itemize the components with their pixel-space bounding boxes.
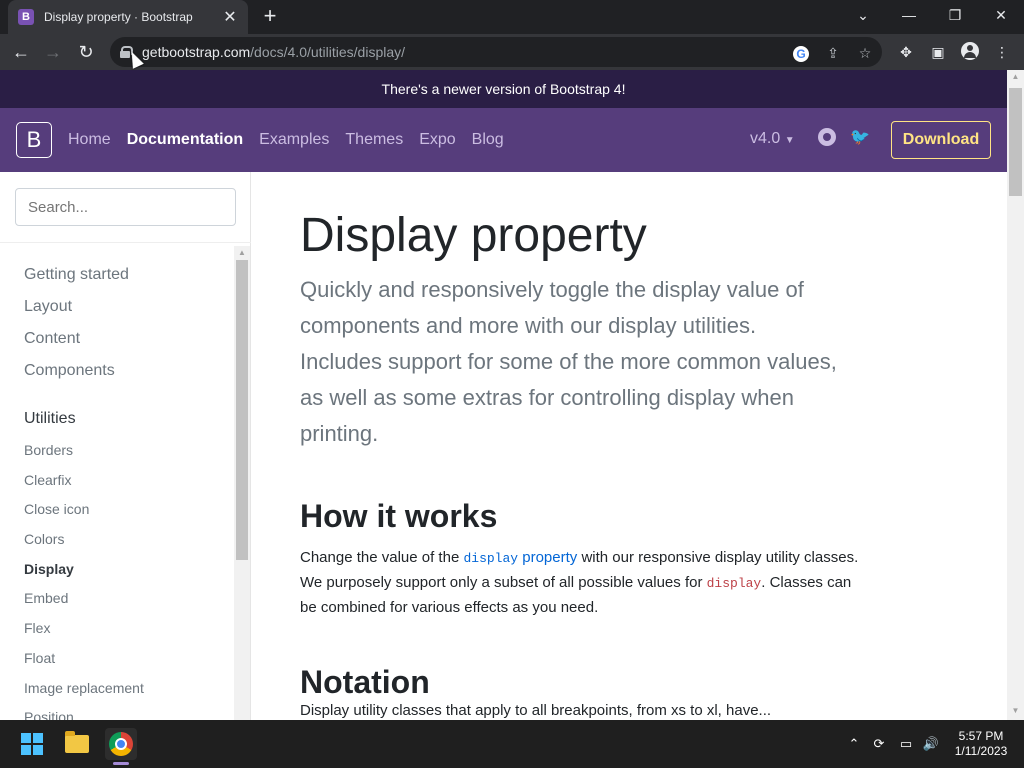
caret-down-icon: ▼ — [784, 135, 795, 146]
back-button[interactable]: ← — [9, 40, 33, 64]
windows-logo-icon — [21, 733, 43, 755]
notation-paragraph: Display utility classes that apply to al… — [300, 702, 772, 719]
extensions-puzzle-icon[interactable]: ✥ — [896, 42, 916, 62]
chrome-icon — [109, 732, 133, 756]
browser-toolbar: ← → ↻ getbootstrap.com/docs/4.0/utilitie… — [0, 34, 1024, 70]
chrome-taskbar-button[interactable] — [105, 728, 137, 760]
sidebar-links: Getting started Layout Content Component… — [24, 266, 229, 720]
page-scroll-down-icon[interactable]: ▼ — [1009, 706, 1022, 718]
forward-button[interactable]: → — [41, 40, 65, 64]
browser-tab[interactable]: B Display property · Bootstrap ✕ — [8, 0, 248, 34]
nav-documentation[interactable]: Documentation — [127, 131, 243, 149]
bootstrap-favicon-icon: B — [18, 9, 34, 25]
nav-blog[interactable]: Blog — [472, 131, 504, 149]
google-icon[interactable]: G — [792, 44, 810, 62]
system-clock[interactable]: 5:57 PM 1/11/2023 — [950, 729, 1012, 759]
sidebar-scroll-thumb[interactable] — [236, 260, 248, 560]
share-icon[interactable]: ⇪ — [824, 44, 842, 62]
address-bar[interactable]: getbootstrap.com/docs/4.0/utilities/disp… — [110, 37, 882, 67]
sidebar-subitem-display[interactable]: Display — [24, 561, 229, 591]
sidebar-item-components[interactable]: Components — [24, 362, 229, 394]
restore-button[interactable]: ❐ — [932, 0, 978, 30]
heading-notation: Notation — [300, 664, 430, 700]
clock-time: 5:57 PM — [958, 729, 1004, 743]
nav-themes[interactable]: Themes — [345, 131, 403, 149]
page-viewport: There's a newer version of Bootstrap 4! … — [0, 70, 1024, 720]
new-tab-button[interactable]: + — [258, 5, 282, 29]
github-icon[interactable] — [818, 128, 836, 146]
profile-avatar-icon[interactable] — [960, 42, 980, 62]
page-scroll-up-icon[interactable]: ▲ — [1009, 72, 1022, 84]
sidebar-subitem-position[interactable]: Position — [24, 709, 229, 720]
bootstrap-navbar: B Home Documentation Examples Themes Exp… — [0, 108, 1007, 172]
sidebar-subitem-flex[interactable]: Flex — [24, 620, 229, 650]
lead-paragraph: Quickly and responsively toggle the disp… — [300, 277, 837, 446]
sidebar-subitem-close-icon[interactable]: Close icon — [24, 501, 229, 531]
sync-status-icon[interactable]: ⟳ — [870, 735, 888, 753]
minimize-button[interactable]: — — [886, 0, 932, 30]
version-banner-text[interactable]: There's a newer version of Bootstrap 4! — [382, 81, 626, 97]
inline-code-display: display — [706, 576, 762, 591]
reload-button[interactable]: ↻ — [74, 40, 98, 64]
sidebar-scroll-up-icon[interactable]: ▲ — [236, 248, 248, 258]
active-app-indicator — [113, 762, 129, 765]
nav-examples[interactable]: Examples — [259, 131, 329, 149]
page-title: Display property — [300, 209, 647, 262]
close-window-button[interactable]: ✕ — [978, 0, 1024, 30]
start-button[interactable] — [16, 728, 48, 760]
download-button[interactable]: Download — [891, 121, 991, 159]
nav-expo[interactable]: Expo — [419, 131, 455, 149]
sidebar-divider — [0, 242, 251, 243]
tab-title: Display property · Bootstrap — [44, 10, 193, 24]
bookmark-star-icon[interactable]: ☆ — [856, 44, 874, 62]
sidebar-subitem-clearfix[interactable]: Clearfix — [24, 472, 229, 502]
side-panel-icon[interactable]: ▣ — [928, 42, 948, 62]
page-scroll-thumb[interactable] — [1009, 88, 1022, 196]
windows-taskbar: ⌃ ⟳ ▭ 🔊 5:57 PM 1/11/2023 — [0, 720, 1024, 768]
volume-icon[interactable]: 🔊 — [922, 735, 940, 753]
sidebar-subitem-colors[interactable]: Colors — [24, 531, 229, 561]
tab-search-icon[interactable]: ⌄ — [840, 0, 886, 30]
how-it-works-paragraph: Change the value of the display property… — [300, 549, 859, 616]
search-input[interactable] — [15, 188, 236, 226]
sidebar-item-layout[interactable]: Layout — [24, 298, 229, 330]
tray-overflow-chevron-icon[interactable]: ⌃ — [845, 735, 863, 753]
sidebar-subitem-borders[interactable]: Borders — [24, 442, 229, 472]
tab-close-icon[interactable]: ✕ — [222, 7, 238, 27]
bootstrap-logo[interactable]: B — [16, 122, 52, 158]
url-text[interactable]: getbootstrap.com/docs/4.0/utilities/disp… — [142, 44, 405, 60]
folder-icon — [65, 731, 89, 753]
sidebar-item-getting-started[interactable]: Getting started — [24, 266, 229, 298]
display-property-link[interactable]: display property — [463, 549, 577, 566]
network-icon[interactable]: ▭ — [897, 735, 915, 753]
clock-date: 1/11/2023 — [954, 744, 1008, 758]
sidebar-subitem-embed[interactable]: Embed — [24, 590, 229, 620]
browser-tabbar: B Display property · Bootstrap ✕ + ⌄ — ❐… — [0, 0, 1024, 34]
sidebar-item-utilities[interactable]: Utilities — [24, 410, 229, 442]
version-banner[interactable]: There's a newer version of Bootstrap 4! — [0, 70, 1007, 108]
chrome-menu-icon[interactable]: ⋮ — [992, 42, 1012, 62]
sidebar-subitem-image-replacement[interactable]: Image replacement — [24, 680, 229, 710]
sidebar-item-content[interactable]: Content — [24, 330, 229, 362]
heading-how-it-works: How it works — [300, 498, 498, 534]
docs-sidebar: ▲ Getting started Layout Content Compone… — [0, 172, 251, 720]
nav-home[interactable]: Home — [68, 131, 111, 149]
version-dropdown[interactable]: v4.0 ▼ — [750, 130, 795, 148]
file-explorer-button[interactable] — [61, 728, 93, 760]
twitter-icon[interactable]: 🐦 — [850, 127, 870, 147]
sidebar-subitem-float[interactable]: Float — [24, 650, 229, 680]
